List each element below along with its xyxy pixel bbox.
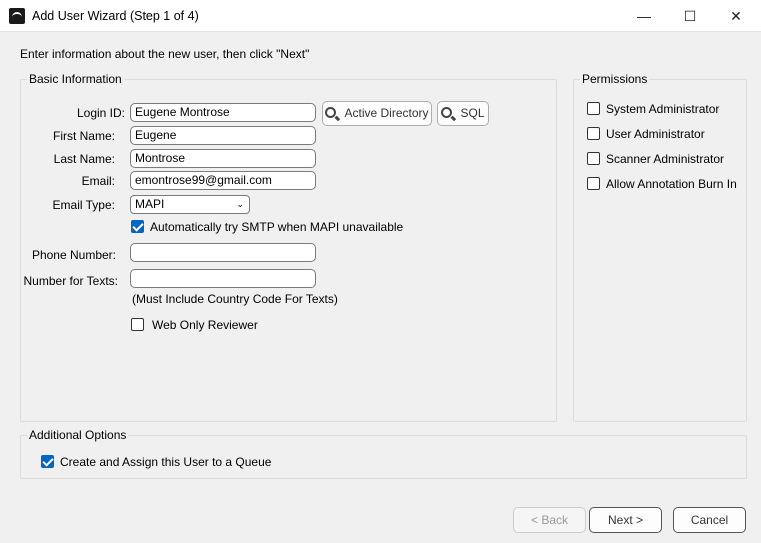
back-button[interactable]: < Back	[513, 507, 586, 533]
email-input[interactable]: emontrose99@gmail.com	[130, 171, 316, 190]
permission-label: Scanner Administrator	[606, 152, 725, 166]
smtp-fallback-label: Automatically try SMTP when MAPI unavail…	[150, 220, 404, 234]
group-title: Additional Options	[27, 428, 129, 442]
cancel-button[interactable]: Cancel	[673, 507, 746, 533]
texts-hint: (Must Include Country Code For Texts)	[132, 292, 338, 306]
login-id-input[interactable]: Eugene Montrose	[130, 103, 316, 122]
scanner-administrator-checkbox[interactable]	[587, 152, 600, 165]
title-bar: Add User Wizard (Step 1 of 4) — ☐ ✕	[0, 0, 761, 32]
last-name-label: Last Name:	[53, 152, 115, 166]
email-label: Email:	[81, 174, 115, 188]
maximize-button[interactable]: ☐	[667, 0, 713, 32]
number-for-texts-label: Number for Texts:	[23, 274, 118, 288]
active-directory-button[interactable]: Active Directory	[322, 101, 432, 126]
selected-value: MAPI	[135, 197, 165, 211]
chevron-down-icon: ⌄	[236, 199, 244, 209]
app-icon	[9, 8, 25, 24]
system-administrator-checkbox[interactable]	[587, 102, 600, 115]
create-queue-checkbox[interactable]	[41, 455, 54, 468]
window-title: Add User Wizard (Step 1 of 4)	[32, 9, 199, 23]
last-name-input[interactable]: Montrose	[130, 149, 316, 168]
button-label: Active Directory	[344, 106, 429, 120]
allow-annotation-burn-in-checkbox[interactable]	[587, 177, 600, 190]
first-name-label: First Name:	[52, 129, 115, 143]
web-only-reviewer-checkbox[interactable]	[131, 318, 144, 331]
next-button[interactable]: Next >	[589, 507, 662, 533]
permission-label: User Administrator	[606, 127, 705, 141]
group-title: Permissions	[580, 72, 650, 86]
permission-label: System Administrator	[606, 102, 720, 116]
permission-label: Allow Annotation Burn In	[606, 177, 737, 191]
minimize-button[interactable]: —	[621, 0, 667, 32]
login-id-label: Login ID:	[76, 106, 125, 120]
web-only-reviewer-label: Web Only Reviewer	[152, 318, 258, 332]
email-type-select[interactable]: MAPI ⌄	[130, 195, 250, 214]
number-for-texts-input[interactable]	[130, 269, 316, 288]
phone-number-input[interactable]	[130, 243, 316, 262]
instructions: Enter information about the new user, th…	[20, 47, 310, 61]
phone-number-label: Phone Number:	[31, 248, 116, 262]
close-button[interactable]: ✕	[713, 0, 759, 32]
search-icon	[441, 107, 453, 118]
user-administrator-checkbox[interactable]	[587, 127, 600, 140]
first-name-input[interactable]: Eugene	[130, 126, 316, 145]
group-title: Basic Information	[27, 72, 124, 86]
email-type-label: Email Type:	[52, 198, 115, 212]
create-queue-label: Create and Assign this User to a Queue	[60, 455, 272, 469]
sql-button[interactable]: SQL	[437, 101, 489, 126]
search-icon	[325, 107, 337, 118]
button-label: SQL	[460, 106, 485, 120]
smtp-fallback-checkbox[interactable]	[131, 220, 144, 233]
